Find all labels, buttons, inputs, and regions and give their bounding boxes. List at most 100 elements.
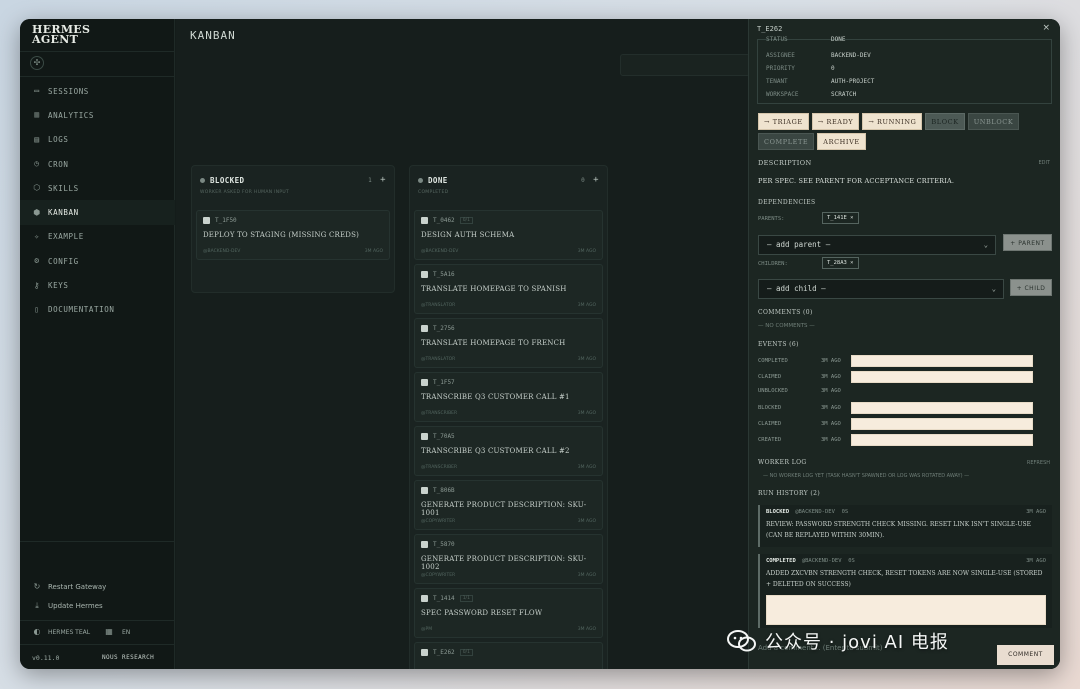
unblock-button[interactable]: UNBLOCK xyxy=(967,113,1020,130)
add-child-select[interactable]: — add child — ⌄ xyxy=(758,279,1004,299)
comments-heading: COMMENTS (0) xyxy=(758,309,813,316)
sidebar-item-kanban[interactable]: ⬢ KANBAN xyxy=(20,200,175,225)
card-checkbox[interactable] xyxy=(421,379,428,386)
add-parent-button[interactable]: + PARENT xyxy=(1003,234,1052,251)
run-time: 3M AGO xyxy=(1026,558,1046,564)
card-checkbox[interactable] xyxy=(421,325,428,332)
run-status: COMPLETED xyxy=(766,558,796,564)
comment-button[interactable]: COMMENT xyxy=(997,645,1054,665)
card-header: T_5A16 xyxy=(421,271,460,278)
run-status: BLOCKED xyxy=(766,509,790,515)
column-done: DONE 0 + COMPLETED T_0462 0/1 DESIGN AUTH… xyxy=(409,165,608,669)
divider xyxy=(20,76,175,77)
card-checkbox[interactable] xyxy=(421,217,428,224)
sidebar-item-config[interactable]: ⚙ CONFIG xyxy=(20,249,175,273)
card-title: TRANSCRIBE Q3 CUSTOMER CALL #2 xyxy=(421,447,570,455)
task-card[interactable]: T_5A16 TRANSLATE HOMEPAGE TO SPANISH @TR… xyxy=(414,264,603,314)
task-card[interactable]: T_806B GENERATE PRODUCT DESCRIPTION: SKU… xyxy=(414,480,603,530)
parent-chip[interactable]: T_141E × xyxy=(822,212,859,224)
event-payload[interactable] xyxy=(851,371,1033,383)
card-checkbox[interactable] xyxy=(421,649,428,656)
event-payload[interactable] xyxy=(851,355,1033,367)
edit-description-button[interactable]: EDIT xyxy=(1038,160,1050,166)
meta-key: ASSIGNEE xyxy=(766,52,795,59)
add-child-button[interactable]: + CHILD xyxy=(1010,279,1052,296)
task-card[interactable]: T_1414 1/1 SPEC PASSWORD RESET FLOW @PM 3… xyxy=(414,588,603,638)
block-button[interactable]: BLOCK xyxy=(925,113,965,130)
triage-button[interactable]: → TRIAGE xyxy=(758,113,809,130)
task-card[interactable]: T_70A5 TRANSCRIBE Q3 CUSTOMER CALL #2 @T… xyxy=(414,426,603,476)
card-header: T_1F50 xyxy=(203,217,242,224)
sidebar-item-documentation[interactable]: ▯ DOCUMENTATION xyxy=(20,298,175,322)
sidebar-item-analytics[interactable]: ▥ ANALYTICS xyxy=(20,103,175,127)
add-card-icon[interactable]: + xyxy=(380,175,386,185)
card-progress-badge: 0/1 xyxy=(459,217,473,224)
restart-gateway-button[interactable]: ↻ Restart Gateway xyxy=(32,582,107,592)
language-switcher[interactable]: ▦ EN xyxy=(102,627,130,637)
task-card[interactable]: T_1F50 DEPLOY TO STAGING (MISSING CREDS)… xyxy=(196,210,390,260)
card-checkbox[interactable] xyxy=(203,217,210,224)
close-icon[interactable]: × xyxy=(1042,23,1050,33)
sidebar-item-cron[interactable]: ◷ CRON xyxy=(20,152,175,176)
event-type: UNBLOCKED xyxy=(758,388,788,394)
card-checkbox[interactable] xyxy=(421,433,428,440)
description-heading: DESCRIPTION xyxy=(758,159,812,167)
task-card[interactable]: T_2756 TRANSLATE HOMEPAGE TO FRENCH @TRA… xyxy=(414,318,603,368)
card-title: GENERATE PRODUCT DESCRIPTION: SKU-1002 xyxy=(421,555,587,571)
theme-switcher[interactable]: ◐ HERMES TEAL xyxy=(32,627,91,637)
event-payload[interactable] xyxy=(851,418,1033,430)
column-title: DONE xyxy=(428,175,448,185)
meta-row-tenant: TENANT AUTH-PROJECT xyxy=(766,78,874,85)
partial-card[interactable] xyxy=(620,54,750,76)
event-row: CLAIMED 3M AGO xyxy=(758,418,1033,430)
complete-button[interactable]: COMPLETE xyxy=(758,133,815,150)
ready-button[interactable]: → READY xyxy=(811,113,860,130)
sidebar-item-label: CONFIG xyxy=(48,256,79,266)
chevron-down-icon: ⌄ xyxy=(991,285,996,293)
task-card[interactable]: T_E262 0/1 xyxy=(414,642,603,669)
running-button[interactable]: → RUNNING xyxy=(862,113,923,130)
child-chip[interactable]: T_28A3 × xyxy=(822,257,859,269)
card-title: TRANSLATE HOMEPAGE TO SPANISH xyxy=(421,285,567,293)
sidebar: HERMES AGENT ✣ ▭ SESSIONS ▥ ANALYTICS ▤ LOG… xyxy=(20,19,175,669)
brand-line-2: AGENT xyxy=(32,33,79,46)
add-card-icon[interactable]: + xyxy=(593,175,599,185)
task-card[interactable]: T_5870 GENERATE PRODUCT DESCRIPTION: SKU… xyxy=(414,534,603,584)
card-assignee: @COPYWRITER xyxy=(421,573,456,578)
column-subtitle: COMPLETED xyxy=(418,190,449,195)
sidebar-item-skills[interactable]: ⬡ SKILLS xyxy=(20,176,175,200)
card-checkbox[interactable] xyxy=(421,271,428,278)
column-count: 1 xyxy=(368,176,373,184)
event-payload[interactable] xyxy=(851,402,1033,414)
run-summary: REVIEW: PASSWORD STRENGTH CHECK MISSING.… xyxy=(766,521,1031,539)
run-output-box[interactable] xyxy=(766,595,1046,625)
sidebar-item-label: KANBAN xyxy=(48,208,79,218)
sidebar-item-label: CRON xyxy=(48,159,69,169)
column-blocked: BLOCKED 1 + WORKER ASKED FOR HUMAN INPUT… xyxy=(191,165,395,293)
add-parent-select[interactable]: — add parent — ⌄ xyxy=(758,235,996,255)
task-card[interactable]: T_1F57 TRANSCRIBE Q3 CUSTOMER CALL #1 @T… xyxy=(414,372,603,422)
meta-value: AUTH-PROJECT xyxy=(831,78,875,85)
update-hermes-button[interactable]: ⤓ Update Hermes xyxy=(32,601,102,611)
sidebar-item-sessions[interactable]: ▭ SESSIONS xyxy=(20,79,175,103)
meta-key: PRIORITY xyxy=(766,65,795,72)
run-duration: 0S xyxy=(841,509,849,515)
event-payload[interactable] xyxy=(851,434,1033,446)
sidebar-item-keys[interactable]: ⚷ KEYS xyxy=(20,273,175,297)
event-type: CLAIMED xyxy=(758,374,782,380)
refresh-log-button[interactable]: REFRESH xyxy=(1027,460,1050,466)
sidebar-nav: ▭ SESSIONS ▥ ANALYTICS ▤ LOGS ◷ CRON ⬡ SKILLS… xyxy=(20,79,175,322)
run-time: 3M AGO xyxy=(1026,509,1046,515)
divider xyxy=(20,51,175,52)
archive-button[interactable]: ARCHIVE xyxy=(817,133,866,150)
key-icon: ⚷ xyxy=(33,280,41,290)
sidebar-item-example[interactable]: ✧ EXAMPLE xyxy=(20,225,175,249)
card-checkbox[interactable] xyxy=(421,595,428,602)
sidebar-item-label: EXAMPLE xyxy=(48,232,84,242)
action-button-row: COMPLETE ARCHIVE xyxy=(758,133,869,150)
card-checkbox[interactable] xyxy=(421,487,428,494)
sidebar-item-logs[interactable]: ▤ LOGS xyxy=(20,128,175,152)
card-checkbox[interactable] xyxy=(421,541,428,548)
task-card[interactable]: T_0462 0/1 DESIGN AUTH SCHEMA @BACKEND-DE… xyxy=(414,210,603,260)
run-assignee: @BACKEND-DEV xyxy=(801,558,842,564)
